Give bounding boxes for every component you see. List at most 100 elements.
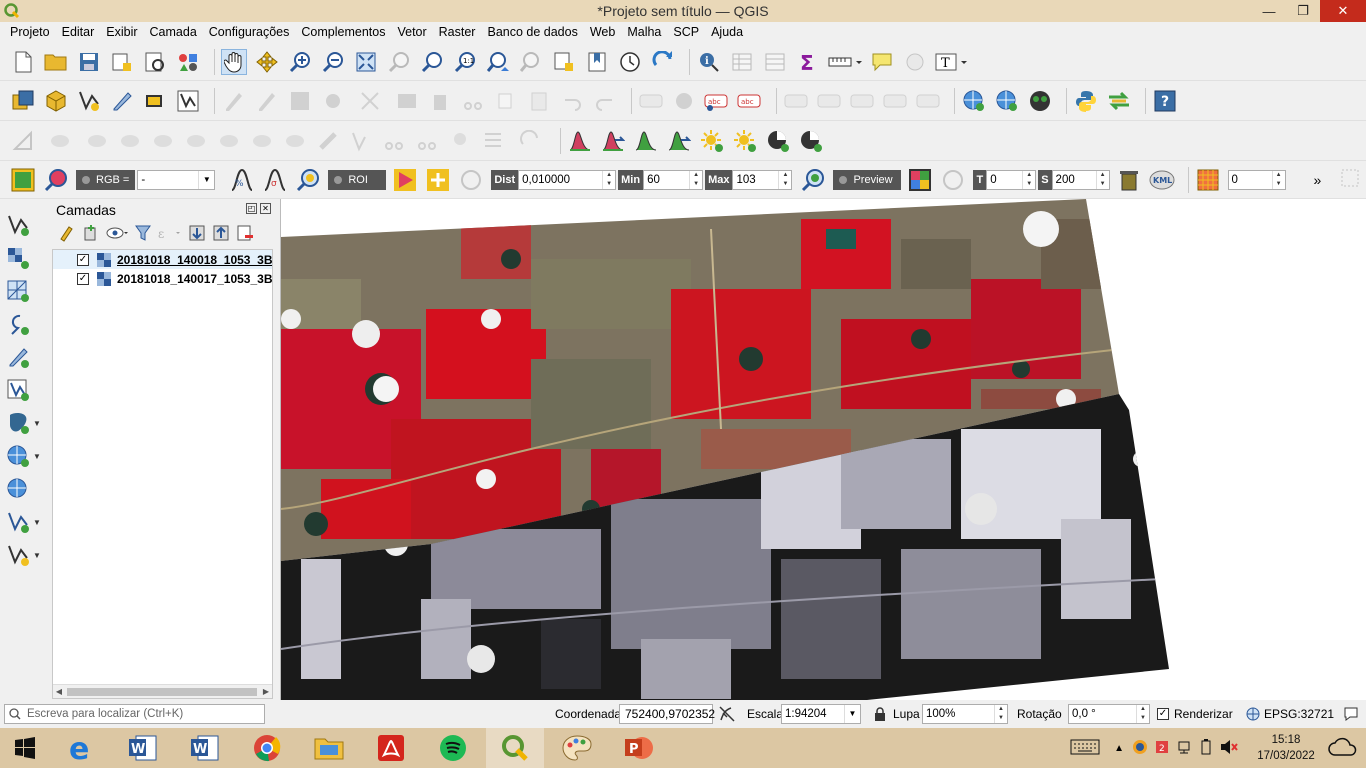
filter-legend-icon[interactable] [134, 224, 152, 245]
windows-start-icon[interactable] [0, 728, 50, 768]
add-wfs-tool[interactable] [6, 475, 42, 503]
simplify-feature-icon[interactable] [348, 128, 374, 154]
scp-redo-roi-icon[interactable] [458, 167, 484, 193]
scp-local-std-stretch-icon[interactable]: σ [262, 167, 288, 193]
zoom-to-layer-icon[interactable] [419, 49, 445, 75]
new-project-icon[interactable] [10, 49, 36, 75]
add-wcs-tool[interactable]: ▼ [6, 508, 42, 536]
new-geopackage-layer-icon[interactable] [43, 88, 69, 114]
toolbar-overflow-button[interactable]: » [1314, 172, 1322, 188]
measure-line-icon[interactable] [828, 49, 862, 75]
merge-attributes-icon[interactable] [480, 128, 506, 154]
close-button[interactable]: ✕ [1320, 0, 1366, 22]
battery-icon[interactable] [1198, 738, 1214, 758]
scp-band-set-icon[interactable] [1195, 167, 1221, 193]
open-attribute-table-icon[interactable] [729, 49, 755, 75]
menu-editar[interactable]: Editar [56, 22, 101, 43]
scp-activate-roi-pointer-icon[interactable] [425, 167, 451, 193]
toggle-extents-icon[interactable] [718, 704, 736, 724]
pan-to-selection-icon[interactable] [254, 49, 280, 75]
delete-part-icon[interactable] [183, 128, 209, 154]
scp-main-interface-icon[interactable] [10, 167, 36, 193]
volume-muted-icon[interactable] [1220, 739, 1238, 758]
layer-labeling-icon[interactable] [638, 88, 664, 114]
new-temporary-layer-icon[interactable] [109, 88, 135, 114]
zoom-out-icon[interactable] [320, 49, 346, 75]
spotify-icon[interactable] [424, 728, 482, 768]
help-icon[interactable]: ? [1152, 88, 1178, 114]
zoom-native-icon[interactable]: 1:1 [452, 49, 478, 75]
collapse-all-icon[interactable] [212, 224, 230, 245]
chrome-icon[interactable] [238, 728, 296, 768]
powerpoint-icon[interactable]: P [610, 728, 668, 768]
min-spinbox[interactable]: 60 ▲ ▼ [643, 169, 704, 190]
scp-pie-icon[interactable] [798, 128, 824, 154]
word-document-icon[interactable]: W [176, 728, 234, 768]
add-wms-layer-icon[interactable] [961, 88, 987, 114]
new-shapefile-layer-icon[interactable] [76, 88, 102, 114]
new-vector-layer-tool[interactable]: ▼ [6, 541, 42, 569]
onedrive-icon[interactable] [1328, 737, 1358, 760]
scp-zoom-input-icon[interactable] [43, 167, 69, 193]
zoom-in-icon[interactable] [287, 49, 313, 75]
split-features-icon[interactable] [381, 128, 407, 154]
file-explorer-icon[interactable] [300, 728, 358, 768]
coordinate-field[interactable]: 752400,9702352 [619, 704, 715, 724]
toggle-editing-icon[interactable] [254, 88, 280, 114]
digitize-shape-icon[interactable] [10, 128, 36, 154]
kml-icon[interactable]: KML [1149, 167, 1175, 193]
zoom-to-selection-icon[interactable] [386, 49, 412, 75]
acrobat-icon[interactable] [362, 728, 420, 768]
vertex-tool-icon[interactable] [353, 88, 387, 114]
menu-raster[interactable]: Raster [433, 22, 482, 43]
scp-sun-plus-icon[interactable] [699, 128, 725, 154]
merge-features-icon[interactable] [447, 128, 473, 154]
add-virtual-layer-tool[interactable] [6, 376, 42, 404]
rotate-label-icon[interactable] [849, 88, 875, 114]
add-wfs-layer-icon[interactable] [994, 88, 1020, 114]
network-icon[interactable] [1176, 739, 1192, 758]
add-feature-icon[interactable] [320, 88, 346, 114]
layer-visibility-checkbox[interactable]: ✓ [77, 272, 89, 285]
menu-malha[interactable]: Malha [621, 22, 667, 43]
scp-spectral-plot-icon[interactable] [633, 128, 659, 154]
taskbar-clock[interactable]: 15:18 17/03/2022 [1248, 732, 1324, 764]
layer-item[interactable]: ✓ 20181018_140017_1053_3B [53, 269, 272, 288]
menu-web[interactable]: Web [584, 22, 621, 43]
tray-app-icon[interactable] [1132, 739, 1148, 758]
layout-manager-icon[interactable] [142, 49, 168, 75]
change-label-icon[interactable] [882, 88, 908, 114]
move-label-icon[interactable] [816, 88, 842, 114]
current-edits-icon[interactable] [221, 88, 247, 114]
filter-by-expression-icon[interactable]: ε [158, 224, 182, 245]
open-layer-styling-icon[interactable] [58, 224, 76, 245]
modify-attributes-icon[interactable] [394, 88, 420, 114]
add-delimited-text-tool[interactable] [6, 310, 42, 338]
menu-ajuda[interactable]: Ajuda [705, 22, 749, 43]
scp-sun-icon[interactable] [732, 128, 758, 154]
menu-exibir[interactable]: Exibir [100, 22, 143, 43]
delete-selected-icon[interactable] [427, 88, 453, 114]
menu-configuracoes[interactable]: Configurações [203, 22, 296, 43]
menu-projeto[interactable]: Projeto [4, 22, 56, 43]
scp-scatter-plot-icon[interactable] [666, 128, 692, 154]
add-wms-tool[interactable]: ▼ [6, 442, 42, 470]
add-spatialite-tool[interactable] [6, 343, 42, 371]
scale-combo[interactable]: 1:94204 ▼ [781, 704, 861, 724]
save-project-icon[interactable] [76, 49, 102, 75]
edge-icon[interactable]: e [52, 728, 110, 768]
menu-complementos[interactable]: Complementos [295, 22, 391, 43]
scroll-right-icon[interactable]: ▶ [260, 685, 272, 699]
python-console-icon[interactable] [1073, 88, 1099, 114]
zoom-last-icon[interactable] [485, 49, 511, 75]
pin-labels-icon[interactable]: abc [737, 88, 763, 114]
rgb-combo[interactable]: - ▼ [137, 169, 216, 190]
new-bookmark-icon[interactable] [584, 49, 610, 75]
temporal-controller-icon[interactable] [617, 49, 643, 75]
pan-map-icon[interactable] [221, 48, 247, 75]
add-vector-layer-tool[interactable] [6, 211, 42, 239]
map-canvas[interactable] [280, 199, 1366, 700]
save-layer-edits-icon[interactable] [287, 88, 313, 114]
add-ring-icon[interactable] [43, 128, 77, 154]
locator-search-input[interactable]: Escreva para localizar (Ctrl+K) [4, 704, 265, 724]
